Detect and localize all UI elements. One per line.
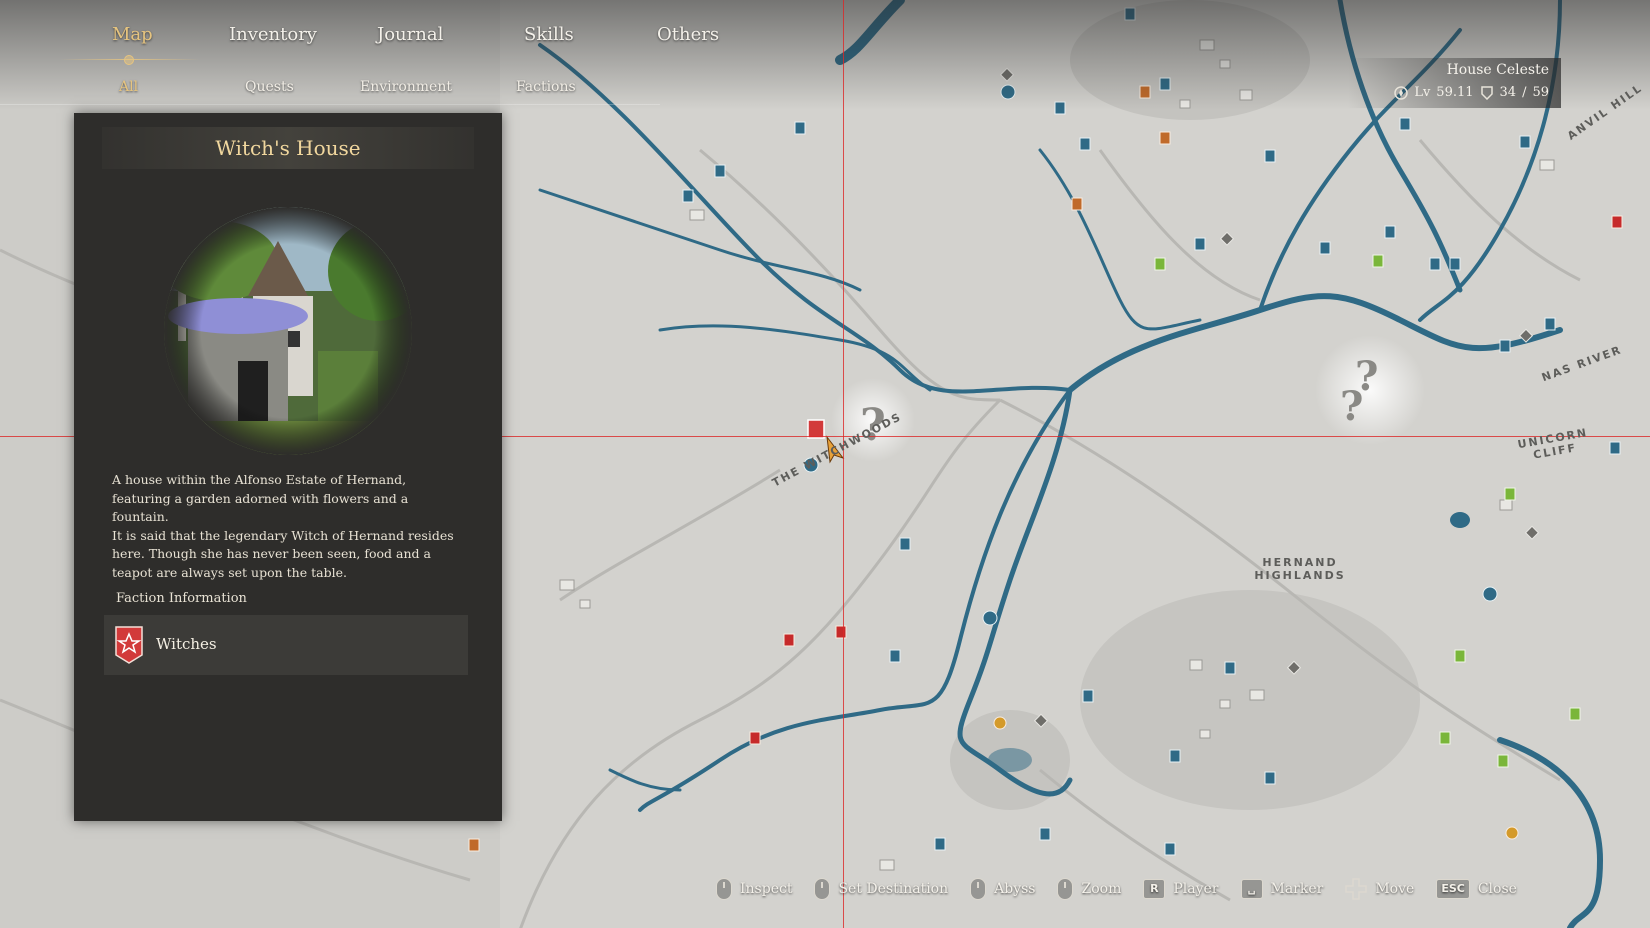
description-paragraph-1: A house within the Alfonso Estate of Her… <box>112 472 409 524</box>
panel-title-bar: Witch's House <box>102 127 474 169</box>
tab-others[interactable]: Others <box>657 24 719 45</box>
subtab-all[interactable]: All <box>119 79 138 95</box>
location-image <box>164 207 412 455</box>
faction-row-witches[interactable]: Witches <box>104 615 468 675</box>
faction-name: Witches <box>156 635 217 653</box>
control-abyss[interactable]: Abyss <box>970 878 1035 900</box>
house-level-icon <box>1394 85 1409 100</box>
tab-map[interactable]: Map <box>112 24 153 45</box>
control-close[interactable]: ESC Close <box>1436 879 1517 899</box>
tab-inventory[interactable]: Inventory <box>229 24 317 45</box>
control-hints: Inspect Set Destination Abyss Zoom R Pla… <box>716 876 1539 902</box>
tab-skills[interactable]: Skills <box>524 24 574 45</box>
control-label: Close <box>1477 881 1517 897</box>
control-label: Player <box>1173 881 1219 897</box>
control-move[interactable]: Move <box>1345 878 1414 900</box>
level-label: Lv <box>1414 85 1431 100</box>
control-set-destination[interactable]: Set Destination <box>814 878 948 900</box>
tab-active-indicator <box>124 55 134 65</box>
house-status: House Celeste Lv 59.11 34 / 59 <box>1348 58 1561 108</box>
control-label: Zoom <box>1081 881 1122 897</box>
mouse-wheel-icon <box>1057 878 1074 900</box>
mouse-right-icon <box>814 878 831 900</box>
control-label: Move <box>1375 881 1415 897</box>
nav-divider <box>0 104 660 105</box>
key-space-icon: ␣ <box>1240 879 1263 899</box>
svg-text:?: ? <box>1340 383 1363 430</box>
house-name: House Celeste <box>1446 62 1549 78</box>
count-separator: / <box>1522 85 1527 100</box>
crosshair-vertical <box>843 0 844 928</box>
member-count: 34 <box>1499 85 1517 100</box>
subtab-quests[interactable]: Quests <box>245 79 294 95</box>
location-title: Witch's House <box>215 136 361 160</box>
tab-journal[interactable]: Journal <box>377 24 443 45</box>
mouse-right-icon <box>970 878 987 900</box>
key-r-icon: R <box>1143 879 1166 899</box>
subtab-environment[interactable]: Environment <box>360 79 452 95</box>
mouse-left-icon <box>716 878 732 900</box>
level-value: 59.11 <box>1436 85 1474 100</box>
control-inspect[interactable]: Inspect <box>716 878 792 900</box>
location-description: A house within the Alfonso Estate of Her… <box>112 471 464 582</box>
description-paragraph-2: It is said that the legendary Witch of H… <box>112 527 454 580</box>
control-label: Inspect <box>740 881 793 897</box>
member-shield-icon <box>1480 85 1493 100</box>
subtab-factions[interactable]: Factions <box>516 79 576 95</box>
key-esc-icon: ESC <box>1436 879 1470 899</box>
control-marker[interactable]: ␣ Marker <box>1240 879 1324 899</box>
map-label-hernand-highlands: HERNAND HIGHLANDS <box>1254 556 1346 582</box>
dpad-icon <box>1345 878 1368 900</box>
faction-heading: Faction Information <box>116 591 247 606</box>
control-zoom[interactable]: Zoom <box>1057 878 1121 900</box>
control-label: Marker <box>1270 881 1324 897</box>
member-max: 59 <box>1532 85 1549 100</box>
location-info-panel: Witch's House A house within the Alfonso… <box>74 113 502 821</box>
house-stats: Lv 59.11 34 / 59 <box>1394 85 1549 100</box>
control-player[interactable]: R Player <box>1143 879 1219 899</box>
control-label: Set Destination <box>838 881 949 897</box>
witches-faction-icon <box>115 626 143 664</box>
control-label: Abyss <box>994 881 1036 897</box>
